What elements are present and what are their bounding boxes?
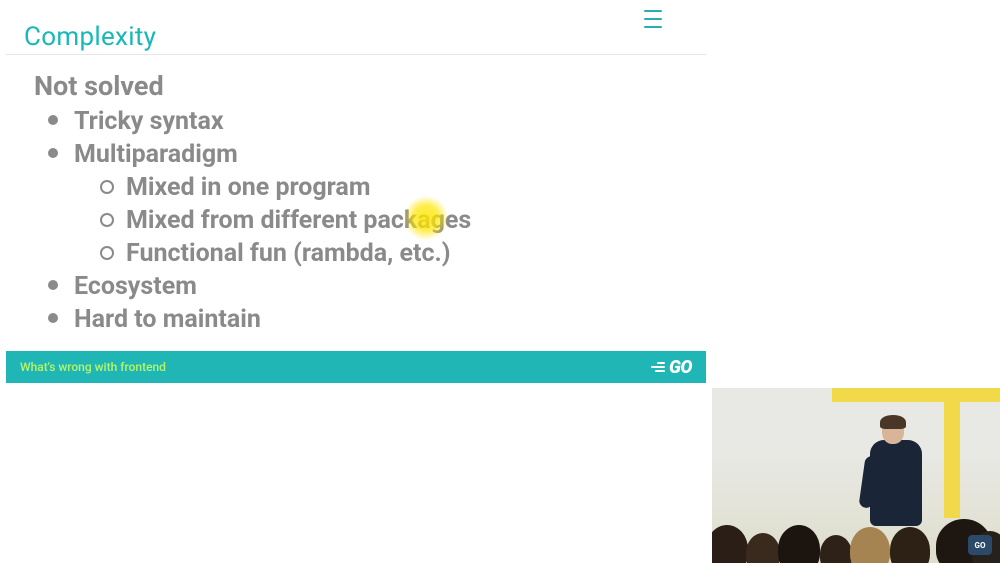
bullet-item: Multiparadigm Mixed in one program Mixed… — [40, 138, 471, 270]
bullet-list: Tricky syntax Multiparadigm Mixed in one… — [34, 105, 471, 336]
title-divider — [6, 54, 706, 55]
bullet-item: Ecosystem — [40, 270, 471, 303]
footer-text: What's wrong with frontend — [20, 360, 166, 374]
go-logo: GO — [651, 357, 692, 378]
slide-heading: Not solved — [34, 70, 471, 102]
wall-stripe — [944, 388, 960, 518]
wall-stripe — [832, 388, 1000, 402]
go-logo-stripes-icon — [651, 362, 665, 372]
sub-bullet-item: Functional fun (rambda, etc.) — [90, 237, 471, 270]
slide-title: Complexity — [24, 22, 156, 52]
bullet-item: Tricky syntax — [40, 105, 471, 138]
bullet-item: Hard to maintain — [40, 303, 471, 336]
sub-bullet-item: Mixed from different packages — [90, 204, 471, 237]
sub-bullet-list: Mixed in one program Mixed from differen… — [74, 171, 471, 270]
speaker-camera-feed: GO — [712, 388, 1000, 563]
audience-silhouettes — [712, 515, 1000, 563]
bullet-text: Multiparadigm — [74, 140, 238, 169]
go-logo-text: GO — [669, 357, 692, 378]
slide-content: Not solved Tricky syntax Multiparadigm M… — [34, 70, 471, 336]
slide-footer: What's wrong with frontend GO — [6, 351, 706, 383]
presentation-slide: Complexity Not solved Tricky syntax Mult… — [0, 0, 712, 388]
camera-badge: GO — [968, 535, 992, 555]
sub-bullet-item: Mixed in one program — [90, 171, 471, 204]
menu-icon[interactable] — [642, 10, 664, 28]
